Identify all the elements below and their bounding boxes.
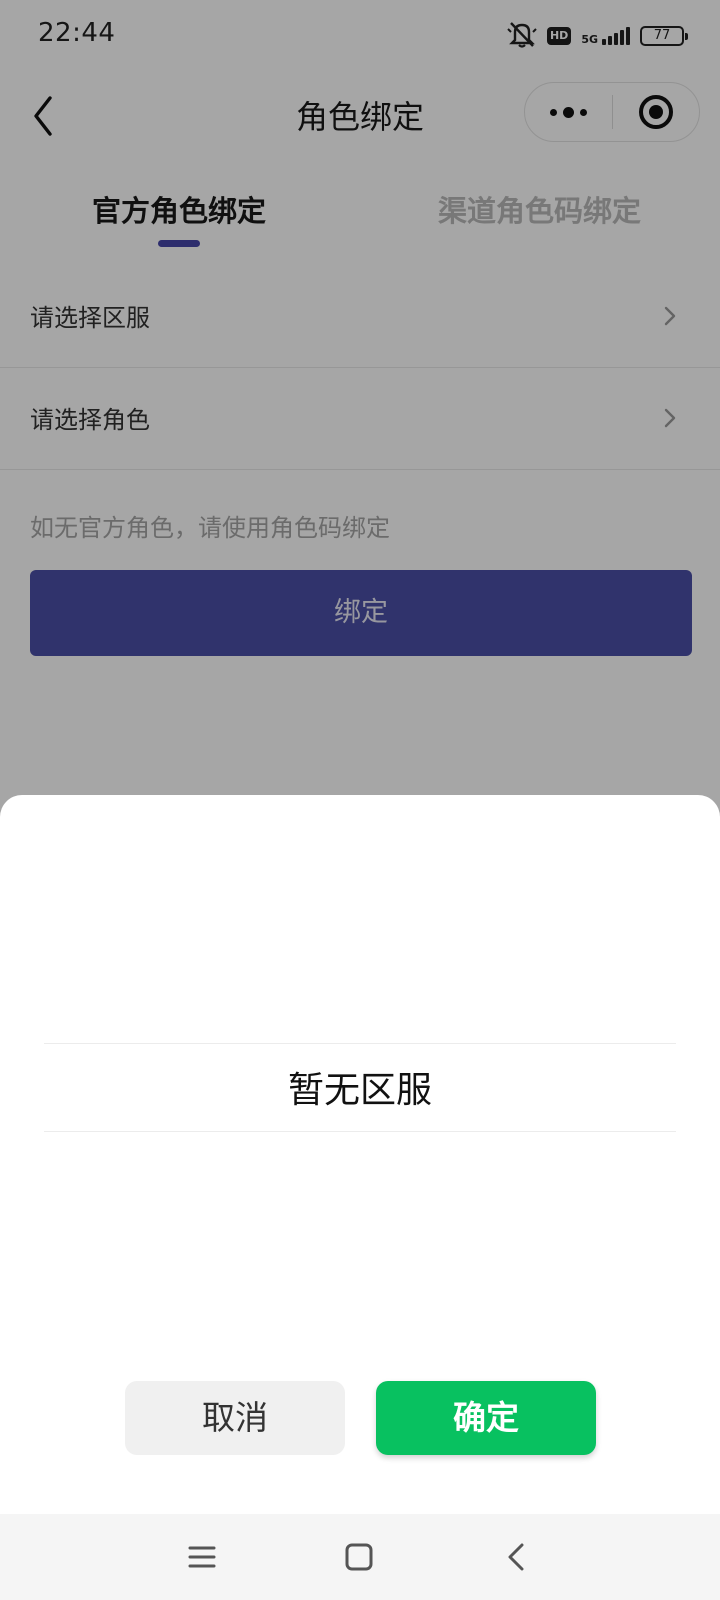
system-nav-bar [0, 1514, 720, 1600]
system-back-button[interactable] [496, 1536, 538, 1578]
server-picker-sheet: 暂无区服 取消 确定 [0, 795, 720, 1515]
system-menu-button[interactable] [181, 1536, 223, 1578]
system-home-button[interactable] [338, 1536, 380, 1578]
confirm-button[interactable]: 确定 [376, 1381, 596, 1455]
back-icon [508, 1543, 524, 1571]
picker-highlight-top [44, 1043, 676, 1044]
cancel-button[interactable]: 取消 [125, 1381, 345, 1455]
picker-empty-item[interactable]: 暂无区服 [0, 1061, 720, 1113]
menu-icon [188, 1546, 216, 1568]
home-icon [345, 1543, 373, 1571]
picker-highlight-bottom [44, 1131, 676, 1132]
